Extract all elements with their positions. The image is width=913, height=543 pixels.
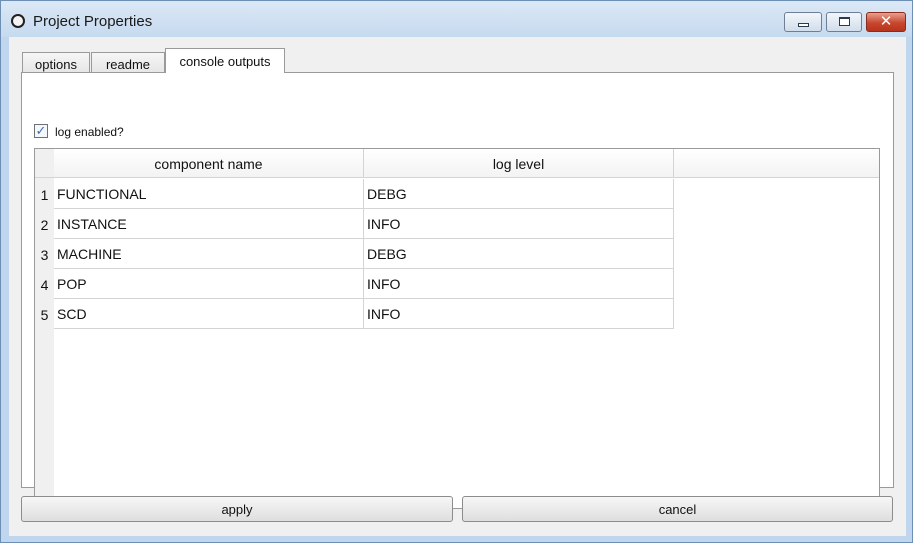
cell-log-level[interactable]: DEBG xyxy=(364,239,674,269)
cell-log-level[interactable]: INFO xyxy=(364,209,674,239)
project-properties-window: Project Properties ✕ options readme cons… xyxy=(0,0,913,543)
cell-component-name[interactable]: MACHINE xyxy=(54,239,364,269)
row-number[interactable]: 4 xyxy=(35,269,54,299)
column-header-filler xyxy=(674,149,879,178)
minimize-button[interactable] xyxy=(784,12,822,32)
cell-component-name[interactable]: POP xyxy=(54,269,364,299)
table-row[interactable]: 3 MACHINE DEBG xyxy=(35,239,674,269)
column-header-component-name[interactable]: component name xyxy=(54,149,364,178)
apply-button[interactable]: apply xyxy=(21,496,453,522)
row-number[interactable]: 1 xyxy=(35,179,54,209)
column-header-log-level[interactable]: log level xyxy=(364,149,674,178)
maximize-button[interactable] xyxy=(826,12,862,32)
table-corner xyxy=(35,149,54,178)
row-number[interactable]: 5 xyxy=(35,299,54,329)
log-levels-table: component name log level 1 FUNCTIONAL DE… xyxy=(34,148,880,509)
row-number[interactable]: 2 xyxy=(35,209,54,239)
circle-icon xyxy=(11,14,25,28)
tab-console-outputs[interactable]: console outputs xyxy=(165,48,285,73)
row-number[interactable]: 3 xyxy=(35,239,54,269)
cell-log-level[interactable]: INFO xyxy=(364,299,674,329)
dialog-body: options readme console outputs ✓ log ena… xyxy=(9,37,906,536)
minimize-icon xyxy=(798,23,809,27)
title-bar[interactable]: Project Properties ✕ xyxy=(1,1,912,37)
log-enabled-label: log enabled? xyxy=(55,125,124,139)
cell-log-level[interactable]: DEBG xyxy=(364,179,674,209)
cell-component-name[interactable]: FUNCTIONAL xyxy=(54,179,364,209)
check-icon: ✓ xyxy=(35,123,47,138)
log-enabled-checkbox[interactable]: ✓ xyxy=(34,124,48,138)
close-button[interactable]: ✕ xyxy=(866,12,906,32)
cell-log-level[interactable]: INFO xyxy=(364,269,674,299)
maximize-icon xyxy=(839,17,850,26)
table-row[interactable]: 4 POP INFO xyxy=(35,269,674,299)
cell-component-name[interactable]: SCD xyxy=(54,299,364,329)
window-title: Project Properties xyxy=(33,13,153,30)
table-row[interactable]: 5 SCD INFO xyxy=(35,299,674,329)
table-row[interactable]: 1 FUNCTIONAL DEBG xyxy=(35,179,674,209)
console-outputs-panel: ✓ log enabled? component name log level … xyxy=(21,72,894,509)
close-icon: ✕ xyxy=(879,13,893,30)
cancel-button[interactable]: cancel xyxy=(462,496,893,522)
cell-component-name[interactable]: INSTANCE xyxy=(54,209,364,239)
table-row[interactable]: 2 INSTANCE INFO xyxy=(35,209,674,239)
